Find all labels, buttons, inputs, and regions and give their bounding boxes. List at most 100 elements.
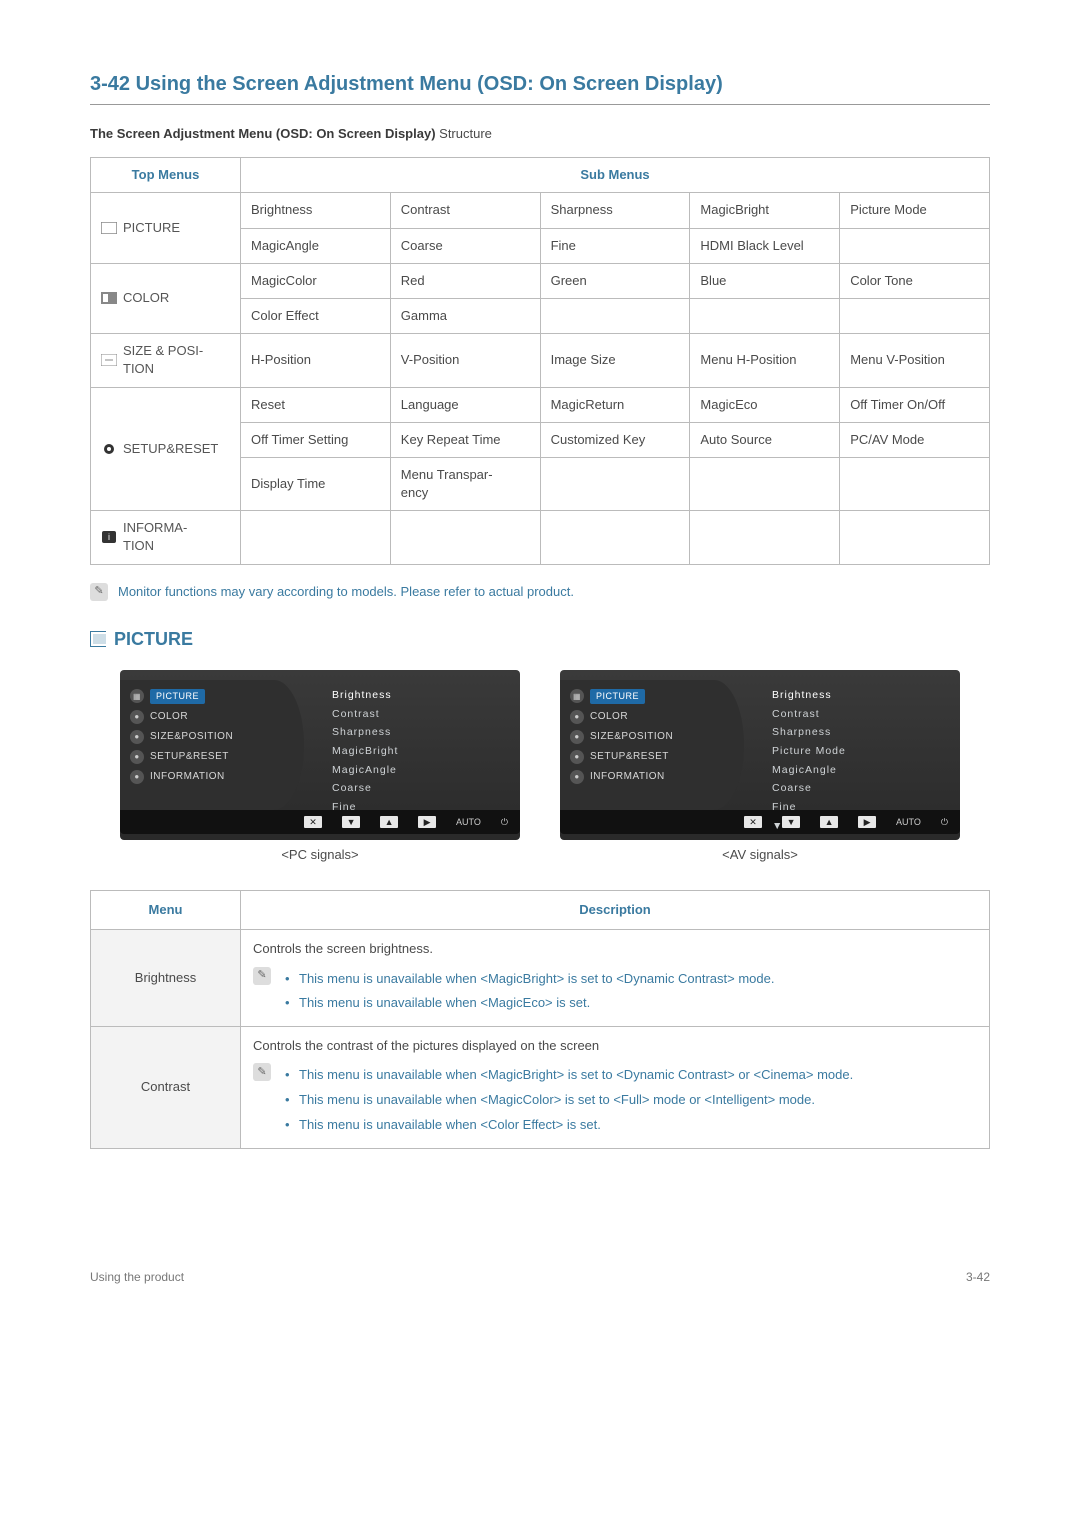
submenu-cell: Blue bbox=[690, 263, 840, 298]
note-icon: ✎ bbox=[90, 583, 108, 601]
subtitle-bold: The Screen Adjustment Menu (OSD: On Scre… bbox=[90, 126, 436, 141]
topmenu-informa-tion: i INFORMA-TION bbox=[91, 511, 241, 564]
submenu-cell: Off Timer Setting bbox=[241, 422, 391, 457]
submenu-cell: Brightness bbox=[241, 193, 391, 228]
submenu-cell: Red bbox=[390, 263, 540, 298]
submenu-cell bbox=[390, 511, 540, 564]
osd-btn-right: ▶ bbox=[858, 816, 876, 828]
page-title: 3-42 Using the Screen Adjustment Menu (O… bbox=[90, 70, 990, 98]
osd-nav-icon: ● bbox=[570, 770, 584, 784]
info-icon: i bbox=[101, 530, 117, 544]
osd-nav-item: ●COLOR bbox=[570, 707, 744, 727]
osd-option: MagicBright bbox=[332, 742, 520, 761]
th-menu: Menu bbox=[91, 891, 241, 930]
desc-note-item: This menu is unavailable when <Color Eff… bbox=[285, 1113, 853, 1138]
osd-av-right: BrightnessContrastSharpnessPicture ModeM… bbox=[744, 680, 960, 810]
submenu-cell: H-Position bbox=[241, 334, 391, 387]
color-icon bbox=[101, 291, 117, 305]
desc-lead: Controls the contrast of the pictures di… bbox=[253, 1037, 977, 1055]
desc-note-item: This menu is unavailable when <MagicBrig… bbox=[285, 967, 774, 992]
osd-nav-label: SETUP&RESET bbox=[150, 750, 229, 764]
submenu-cell: Contrast bbox=[390, 193, 540, 228]
desc-content: Controls the contrast of the pictures di… bbox=[241, 1027, 990, 1149]
submenu-cell: Off Timer On/Off bbox=[840, 387, 990, 422]
osd-nav-icon: ▦ bbox=[130, 689, 144, 703]
submenu-cell bbox=[540, 457, 690, 510]
topmenu-picture: PICTURE bbox=[91, 193, 241, 263]
size-icon bbox=[101, 353, 117, 367]
desc-content: Controls the screen brightness.✎This men… bbox=[241, 930, 990, 1027]
submenu-cell: Language bbox=[390, 387, 540, 422]
submenu-cell bbox=[690, 511, 840, 564]
structure-subtitle: The Screen Adjustment Menu (OSD: On Scre… bbox=[90, 125, 990, 143]
submenu-cell: Reset bbox=[241, 387, 391, 422]
submenu-cell: V-Position bbox=[390, 334, 540, 387]
osd-auto: AUTO bbox=[456, 816, 481, 829]
osd-av-box: ▦PICTURE●COLOR●SIZE&POSITION●SETUP&RESET… bbox=[560, 670, 960, 840]
osd-nav-item: ● SETUP&RESET bbox=[570, 747, 744, 767]
topmenu-color: COLOR bbox=[91, 263, 241, 333]
osd-nav-icon: ● bbox=[130, 750, 144, 764]
th-desc: Description bbox=[241, 891, 990, 930]
topmenu-label: PICTURE bbox=[123, 219, 180, 237]
desc-menu-name: Contrast bbox=[91, 1027, 241, 1149]
osd-nav-item: ● SETUP&RESET bbox=[130, 747, 304, 767]
submenu-cell: Menu Transpar-ency bbox=[390, 457, 540, 510]
topmenu-label: INFORMA-TION bbox=[123, 519, 187, 555]
topmenu-size & posi-tion: SIZE & POSI-TION bbox=[91, 334, 241, 387]
submenu-cell: Green bbox=[540, 263, 690, 298]
osd-nav-icon: ● bbox=[570, 710, 584, 724]
osd-nav-icon: ● bbox=[570, 730, 584, 744]
osd-nav-item: ●INFORMATION bbox=[570, 767, 744, 787]
submenu-cell bbox=[690, 457, 840, 510]
footer-right: 3-42 bbox=[966, 1269, 990, 1286]
osd-option: Brightness bbox=[772, 686, 960, 705]
osd-nav-label: SETUP&RESET bbox=[590, 750, 669, 764]
osd-nav-label: SIZE&POSITION bbox=[590, 730, 673, 744]
osd-btn-down: ▼ bbox=[782, 816, 800, 828]
footer-left: Using the product bbox=[90, 1269, 184, 1286]
osd-option: Fine bbox=[332, 798, 520, 817]
osd-pc-box: ▦PICTURE●COLOR●SIZE&POSITION●SETUP&RESET… bbox=[120, 670, 520, 840]
submenu-cell: MagicColor bbox=[241, 263, 391, 298]
submenu-cell: Display Time bbox=[241, 457, 391, 510]
submenu-cell: HDMI Black Level bbox=[690, 228, 840, 263]
subtitle-rest: Structure bbox=[436, 126, 492, 141]
osd-btn-x: ✕ bbox=[744, 816, 762, 828]
submenu-cell bbox=[690, 298, 840, 333]
osd-av-left: ▦PICTURE●COLOR●SIZE&POSITION●SETUP&RESET… bbox=[560, 680, 744, 810]
note-row: ✎ Monitor functions may vary according t… bbox=[90, 583, 990, 601]
submenu-cell bbox=[840, 228, 990, 263]
osd-nav-label: INFORMATION bbox=[150, 770, 225, 784]
osd-power-icon: ⏻ bbox=[501, 816, 508, 829]
description-table: Menu Description BrightnessControls the … bbox=[90, 890, 990, 1149]
title-underline bbox=[90, 104, 990, 105]
osd-nav-icon: ● bbox=[570, 750, 584, 764]
osd-pc-left: ▦PICTURE●COLOR●SIZE&POSITION●SETUP&RESET… bbox=[120, 680, 304, 810]
osd-option: Brightness bbox=[332, 686, 520, 705]
osd-option: Contrast bbox=[332, 705, 520, 724]
setup-icon bbox=[101, 442, 117, 456]
topmenu-label: COLOR bbox=[123, 289, 169, 307]
section-picture-header: PICTURE bbox=[90, 627, 990, 652]
submenu-cell: Color Effect bbox=[241, 298, 391, 333]
osd-btn-right: ▶ bbox=[418, 816, 436, 828]
submenu-cell: Auto Source bbox=[690, 422, 840, 457]
osd-pc-col: ▦PICTURE●COLOR●SIZE&POSITION●SETUP&RESET… bbox=[120, 670, 520, 864]
osd-nav-icon: ● bbox=[130, 730, 144, 744]
osd-previews: ▦PICTURE●COLOR●SIZE&POSITION●SETUP&RESET… bbox=[90, 670, 990, 864]
osd-pc-right: BrightnessContrastSharpnessMagicBrightMa… bbox=[304, 680, 520, 810]
osd-btn-x: ✕ bbox=[304, 816, 322, 828]
osd-nav-label: PICTURE bbox=[590, 689, 645, 704]
osd-btn-up: ▲ bbox=[380, 816, 398, 828]
submenu-cell: Picture Mode bbox=[840, 193, 990, 228]
note-icon: ✎ bbox=[253, 967, 271, 985]
submenu-cell: MagicReturn bbox=[540, 387, 690, 422]
osd-btn-up: ▲ bbox=[820, 816, 838, 828]
desc-note-item: This menu is unavailable when <MagicColo… bbox=[285, 1088, 853, 1113]
osd-option: Sharpness bbox=[772, 723, 960, 742]
osd-option: MagicAngle bbox=[332, 761, 520, 780]
topmenu-label: SIZE & POSI-TION bbox=[123, 342, 203, 378]
osd-pc-caption: <PC signals> bbox=[120, 846, 520, 864]
osd-option: Coarse bbox=[332, 779, 520, 798]
